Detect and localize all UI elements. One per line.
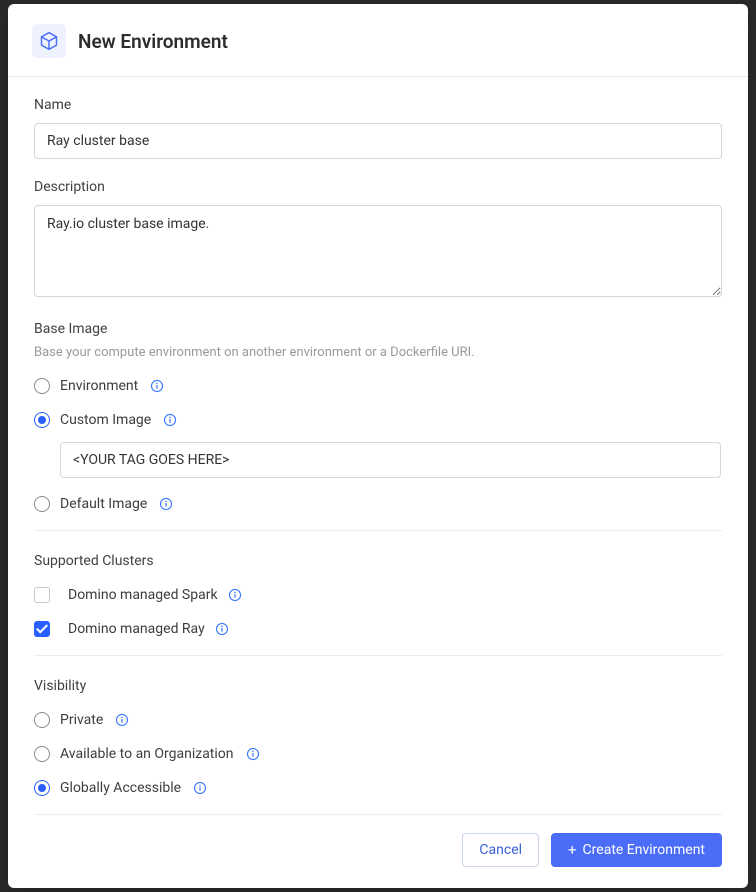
info-icon[interactable] bbox=[215, 622, 229, 636]
info-icon[interactable] bbox=[193, 781, 207, 795]
info-icon[interactable] bbox=[163, 413, 177, 427]
radio-default-row: Default Image bbox=[34, 496, 722, 512]
new-environment-dialog: New Environment Name Description Base Im… bbox=[8, 4, 748, 888]
checkbox-ray-row: Domino managed Ray bbox=[34, 621, 722, 637]
radio-environment[interactable] bbox=[34, 378, 50, 394]
radio-custom-row: Custom Image bbox=[34, 412, 722, 428]
create-environment-button[interactable]: + Create Environment bbox=[551, 833, 722, 867]
info-icon[interactable] bbox=[150, 379, 164, 393]
checkbox-ray[interactable] bbox=[34, 621, 50, 637]
info-icon[interactable] bbox=[228, 588, 242, 602]
radio-default-label: Default Image bbox=[60, 496, 147, 512]
radio-private-row: Private bbox=[34, 712, 722, 728]
divider bbox=[34, 655, 722, 656]
custom-image-input-wrap bbox=[60, 442, 722, 478]
checkbox-spark[interactable] bbox=[34, 587, 50, 603]
cube-icon bbox=[32, 24, 66, 58]
radio-global[interactable] bbox=[34, 780, 50, 796]
dialog-footer: Cancel + Create Environment bbox=[34, 833, 722, 875]
cancel-button-label: Cancel bbox=[479, 842, 522, 858]
radio-environment-label: Environment bbox=[60, 378, 138, 394]
radio-global-label: Globally Accessible bbox=[60, 780, 181, 796]
radio-custom-image[interactable] bbox=[34, 412, 50, 428]
info-icon[interactable] bbox=[159, 497, 173, 511]
name-input[interactable] bbox=[34, 123, 722, 159]
info-icon[interactable] bbox=[115, 713, 129, 727]
radio-environment-row: Environment bbox=[34, 378, 722, 394]
custom-image-input[interactable] bbox=[60, 442, 721, 478]
radio-private-label: Private bbox=[60, 712, 103, 728]
description-group: Description bbox=[34, 179, 722, 301]
radio-org-row: Available to an Organization bbox=[34, 746, 722, 762]
create-button-label: Create Environment bbox=[583, 842, 705, 858]
radio-org-label: Available to an Organization bbox=[60, 746, 234, 762]
checkbox-spark-label: Domino managed Spark bbox=[68, 587, 218, 603]
cancel-button[interactable]: Cancel bbox=[462, 833, 539, 867]
radio-private[interactable] bbox=[34, 712, 50, 728]
plus-icon: + bbox=[568, 843, 577, 858]
description-textarea[interactable] bbox=[34, 205, 722, 297]
radio-org[interactable] bbox=[34, 746, 50, 762]
dialog-title: New Environment bbox=[78, 30, 228, 53]
checkbox-spark-row: Domino managed Spark bbox=[34, 587, 722, 603]
divider bbox=[34, 814, 722, 815]
checkbox-ray-label: Domino managed Ray bbox=[68, 621, 205, 637]
info-icon[interactable] bbox=[246, 747, 260, 761]
base-image-heading: Base Image bbox=[34, 321, 722, 337]
name-label: Name bbox=[34, 97, 722, 113]
radio-custom-label: Custom Image bbox=[60, 412, 151, 428]
name-group: Name bbox=[34, 97, 722, 159]
description-label: Description bbox=[34, 179, 722, 195]
radio-global-row: Globally Accessible bbox=[34, 780, 722, 796]
base-image-helper: Base your compute environment on another… bbox=[34, 345, 722, 360]
clusters-heading: Supported Clusters bbox=[34, 553, 722, 569]
radio-default-image[interactable] bbox=[34, 496, 50, 512]
dialog-body: Name Description Base Image Base your co… bbox=[8, 77, 748, 888]
visibility-heading: Visibility bbox=[34, 678, 722, 694]
dialog-header: New Environment bbox=[8, 4, 748, 77]
divider bbox=[34, 530, 722, 531]
